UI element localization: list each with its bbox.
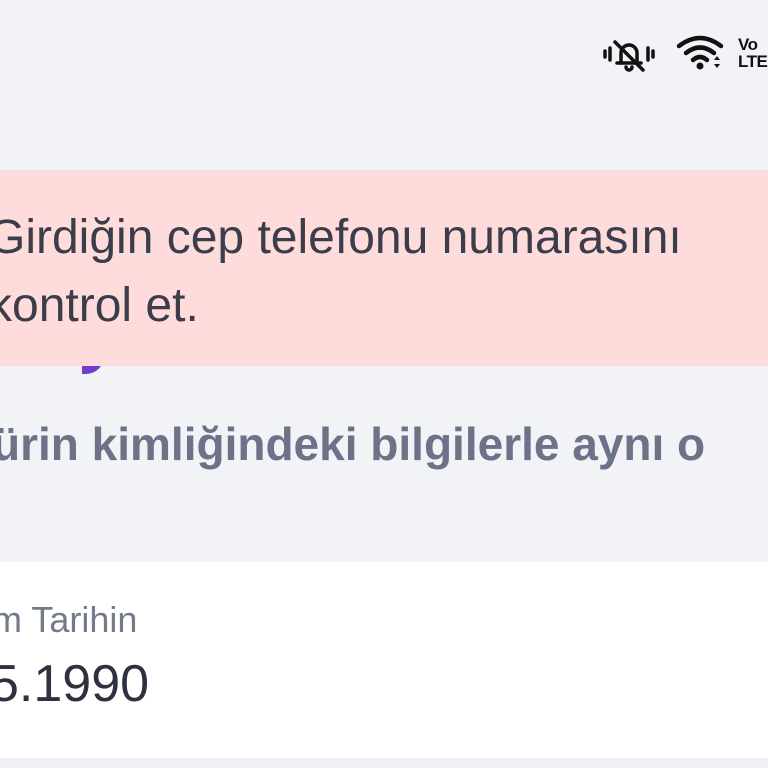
volte-label-top: Vo (738, 35, 758, 54)
wifi-icon (676, 35, 724, 70)
birth-date-field[interactable]: m Tarihin 5.1990 (0, 562, 768, 758)
error-message: Girdiğin cep telefonu numarasını kontrol… (0, 211, 682, 332)
volte-icon: Vo LTE (738, 36, 768, 70)
volte-label-bottom: LTE (738, 52, 768, 71)
error-banner: Girdiğin cep telefonu numarasını kontrol… (0, 170, 768, 366)
status-bar: Vo LTE (0, 0, 768, 110)
divider (0, 758, 768, 768)
birth-date-value[interactable]: 5.1990 (0, 652, 149, 716)
bell-off-icon (603, 40, 655, 72)
birth-date-label: m Tarihin (0, 599, 138, 640)
page-subtitle: ürin kimliğindeki bilgilerle aynı o (0, 418, 706, 470)
